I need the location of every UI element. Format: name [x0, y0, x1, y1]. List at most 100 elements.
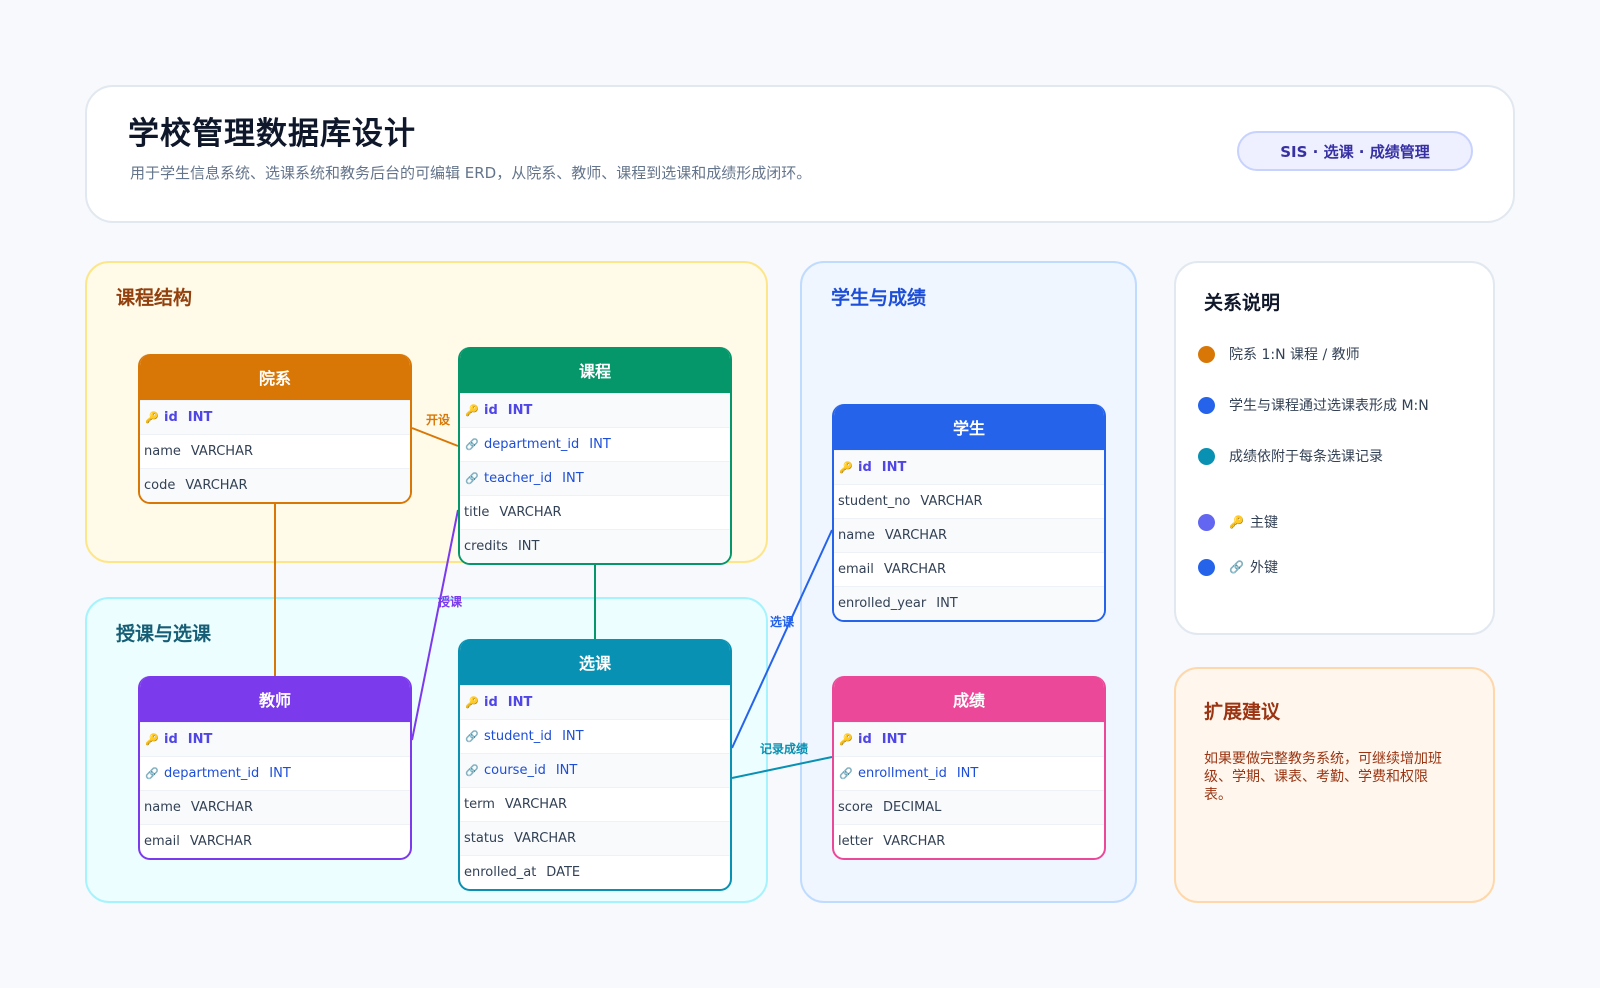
entity-enrollment[interactable]: 选课 🔑 id INT 🔗 student_id INT 🔗 course_id INT term…: [458, 639, 732, 891]
field-name: name: [838, 528, 875, 543]
key-icon: 🔑: [465, 404, 479, 417]
field-row-code[interactable]: code VARCHAR: [140, 468, 410, 502]
link-icon: 🔗: [465, 438, 479, 451]
field-type: VARCHAR: [190, 444, 253, 459]
field-row-credits[interactable]: credits INT: [460, 529, 730, 563]
field-name: term: [464, 797, 495, 812]
entity-header: 教师: [140, 676, 410, 722]
field-row-student-no[interactable]: student_no VARCHAR: [834, 484, 1104, 518]
page-subtitle: 用于学生信息系统、选课系统和教务后台的可编辑 ERD，从院系、教师、课程到选课和…: [130, 164, 812, 182]
field-type: INT: [269, 766, 291, 781]
field-row-email[interactable]: email VARCHAR: [140, 824, 410, 858]
field-row-id[interactable]: 🔑 id INT: [460, 685, 730, 719]
legend-item: 🔑 主键: [1198, 512, 1278, 532]
field-name: id: [484, 695, 498, 710]
field-name: student_no: [838, 494, 911, 509]
legend-item: 🔗 外键: [1198, 557, 1278, 577]
key-icon: 🔑: [145, 411, 159, 424]
field-name: teacher_id: [484, 471, 553, 486]
key-icon: 🔑: [839, 461, 853, 474]
field-type: VARCHAR: [504, 797, 567, 812]
field-name: name: [144, 800, 181, 815]
field-row-student-id[interactable]: 🔗 student_id INT: [460, 719, 730, 753]
field-type: VARCHAR: [884, 528, 947, 543]
suggestion-text: 如果要做完整教务系统，可继续增加班级、学期、课表、考勤、学费和权限表。: [1204, 751, 1442, 803]
entity-course[interactable]: 课程 🔑 id INT 🔗 department_id INT 🔗 teacher_id INT…: [458, 347, 732, 565]
field-row-department-id[interactable]: 🔗 department_id INT: [460, 427, 730, 461]
field-row-id[interactable]: 🔑 id INT: [834, 722, 1104, 756]
field-row-title[interactable]: title VARCHAR: [460, 495, 730, 529]
legend-title: 关系说明: [1204, 292, 1281, 314]
field-name: status: [464, 831, 504, 846]
field-name: enrolled_year: [838, 596, 927, 611]
field-type: VARCHAR: [499, 505, 562, 520]
field-type: INT: [555, 763, 578, 778]
field-type: INT: [187, 732, 213, 747]
field-type: INT: [956, 766, 979, 781]
field-name: department_id: [484, 437, 580, 452]
field-row-id[interactable]: 🔑 id INT: [140, 722, 410, 756]
page-title: 学校管理数据库设计: [128, 116, 416, 152]
entity-header: 成绩: [834, 676, 1104, 722]
field-row-id[interactable]: 🔑 id INT: [460, 393, 730, 427]
entity-header: 学生: [834, 404, 1104, 450]
field-row-letter[interactable]: letter VARCHAR: [834, 824, 1104, 858]
legend-dot: [1198, 396, 1215, 414]
field-name: code: [144, 478, 176, 493]
field-row-email[interactable]: email VARCHAR: [834, 552, 1104, 586]
group-title-course: 课程结构: [116, 287, 193, 309]
field-type: INT: [881, 460, 907, 475]
legend-dot: [1198, 447, 1215, 465]
field-type: INT: [507, 695, 533, 710]
field-row-id[interactable]: 🔑 id INT: [140, 400, 410, 434]
group-title-teach: 授课与选课: [116, 623, 212, 645]
field-name: enrolled_at: [464, 865, 537, 880]
field-type: DATE: [546, 865, 581, 880]
legend-text: 成绩依附于每条选课记录: [1229, 449, 1383, 465]
entity-header: 选课: [460, 639, 730, 685]
field-row-enrolled-year[interactable]: enrolled_year INT: [834, 586, 1104, 620]
key-icon: 🔑: [145, 733, 159, 746]
field-row-term[interactable]: term VARCHAR: [460, 787, 730, 821]
key-icon: 🔑: [465, 696, 479, 709]
field-row-enrollment-id[interactable]: 🔗 enrollment_id INT: [834, 756, 1104, 790]
field-name: email: [838, 562, 874, 577]
key-icon: 🔑: [1229, 515, 1244, 529]
field-row-enrolled-at[interactable]: enrolled_at DATE: [460, 855, 730, 889]
field-row-name[interactable]: name VARCHAR: [140, 790, 410, 824]
legend-text: 院系 1:N 课程 / 教师: [1229, 347, 1360, 363]
field-type: VARCHAR: [883, 562, 946, 577]
field-row-id[interactable]: 🔑 id INT: [834, 450, 1104, 484]
field-name: credits: [464, 539, 508, 554]
field-name: id: [484, 403, 498, 418]
field-row-name[interactable]: name VARCHAR: [140, 434, 410, 468]
legend-item: 院系 1:N 课程 / 教师: [1198, 344, 1360, 364]
field-name: department_id: [164, 766, 260, 781]
field-row-course-id[interactable]: 🔗 course_id INT: [460, 753, 730, 787]
entity-teacher[interactable]: 教师 🔑 id INT 🔗 department_id INT name VARCHAR ema…: [138, 676, 412, 860]
legend-text: 主键: [1249, 515, 1278, 531]
field-name: enrollment_id: [858, 766, 947, 781]
field-name: name: [144, 444, 181, 459]
field-type: VARCHAR: [883, 834, 946, 849]
link-icon: 🔗: [465, 764, 479, 777]
field-row-status[interactable]: status VARCHAR: [460, 821, 730, 855]
field-row-name[interactable]: name VARCHAR: [834, 518, 1104, 552]
legend-item: 学生与课程通过选课表形成 M:N: [1198, 395, 1429, 415]
legend-item: 成绩依附于每条选课记录: [1198, 446, 1383, 466]
entity-department[interactable]: 院系 🔑 id INT name VARCHAR code VARCHAR: [138, 354, 412, 504]
field-row-department-id[interactable]: 🔗 department_id INT: [140, 756, 410, 790]
field-type: VARCHAR: [189, 834, 252, 849]
field-type: INT: [589, 437, 611, 452]
field-row-score[interactable]: score DECIMAL: [834, 790, 1104, 824]
entity-student[interactable]: 学生 🔑 id INT student_no VARCHAR name VARCHAR ema…: [832, 404, 1106, 622]
field-row-teacher-id[interactable]: 🔗 teacher_id INT: [460, 461, 730, 495]
key-icon: 🔑: [839, 733, 853, 746]
legend-text: 外键: [1249, 560, 1278, 576]
field-type: DECIMAL: [882, 800, 942, 815]
entity-grade[interactable]: 成绩 🔑 id INT 🔗 enrollment_id INT score DECIMAL le…: [832, 676, 1106, 860]
field-type: INT: [881, 732, 907, 747]
field-name: id: [858, 460, 872, 475]
scope-badge: SIS · 选课 · 成绩管理: [1237, 131, 1473, 171]
field-type: INT: [187, 410, 213, 425]
